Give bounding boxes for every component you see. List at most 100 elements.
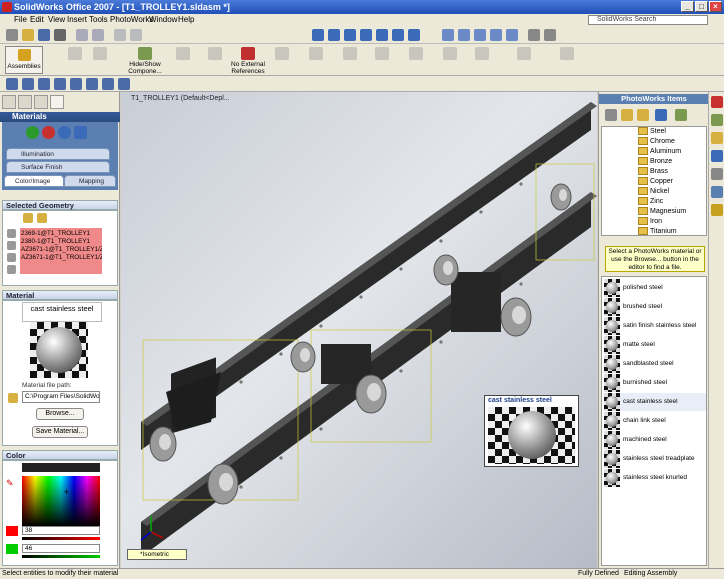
pan-icon[interactable] [392, 29, 404, 41]
search-icon[interactable] [655, 109, 667, 121]
help-button[interactable] [58, 126, 71, 139]
save-icon[interactable] [38, 29, 50, 41]
tree-item-magnesium[interactable]: Magnesium [638, 207, 686, 217]
list-item[interactable]: AZ3671-1@T1_TROLLEY1/Z [21, 254, 102, 262]
swatch-item[interactable]: burnished steel [604, 374, 706, 392]
rotate-component-button[interactable] [338, 47, 362, 61]
feature-manager-tab[interactable] [2, 95, 16, 109]
maximize-button[interactable]: □ [695, 1, 708, 12]
view-selector[interactable]: *Isometric [127, 549, 187, 560]
photoworks-tab[interactable] [50, 95, 64, 109]
tab-surface-finish[interactable]: Surface Finish [6, 161, 110, 173]
photoworks-items-icon[interactable] [711, 204, 723, 216]
swatch-item[interactable]: matte steel [604, 336, 706, 354]
green-value-field[interactable]: 46 [22, 544, 100, 553]
face-filter-icon[interactable] [37, 213, 47, 223]
color-picker[interactable] [22, 476, 100, 526]
mate-button[interactable] [80, 47, 120, 61]
simulation-button[interactable] [555, 47, 579, 61]
render-last-area-icon[interactable] [38, 78, 50, 90]
rotate-icon[interactable] [376, 29, 388, 41]
swatch-item[interactable]: stainless steel knurled [604, 469, 706, 487]
swatch-item[interactable]: sandblasted steel [604, 355, 706, 373]
render-file-icon[interactable] [54, 78, 66, 90]
smart-fasteners-button[interactable] [272, 47, 292, 61]
material-icon[interactable] [118, 78, 130, 90]
view-orientation-icon[interactable] [408, 29, 420, 41]
up-folder-icon[interactable] [605, 109, 617, 121]
smart-mates-button[interactable] [370, 47, 394, 61]
section-view-icon[interactable] [506, 29, 518, 41]
tree-item-nickel[interactable]: Nickel [638, 187, 669, 197]
zoom-select-icon[interactable] [360, 29, 372, 41]
undo-icon[interactable] [76, 29, 88, 41]
menu-insert[interactable]: Insert [67, 15, 87, 24]
file-explorer-icon[interactable] [711, 132, 723, 144]
list-item[interactable]: AZ3671-1@T1_TROLLEY1/Z2 [21, 246, 102, 254]
ok-button[interactable] [26, 126, 39, 139]
swatch-item[interactable]: brushed steel [604, 298, 706, 316]
green-slider[interactable] [22, 555, 100, 558]
minimize-button[interactable]: _ [681, 1, 694, 12]
configuration-manager-tab[interactable] [34, 95, 48, 109]
interference-detection-button[interactable] [438, 47, 462, 61]
wireframe-icon[interactable] [442, 29, 454, 41]
design-library-icon[interactable] [711, 114, 723, 126]
edit-component-button[interactable] [200, 47, 230, 61]
print-icon[interactable] [54, 29, 66, 41]
menu-view[interactable]: View [48, 15, 65, 24]
trolley-model[interactable] [121, 92, 597, 568]
material-path-field[interactable]: C:\Program Files\SolidWork [22, 391, 100, 403]
selected-geometry-header[interactable]: Selected Geometry [2, 200, 118, 210]
save-material-button[interactable]: Save Material... [32, 426, 88, 438]
zoom-in-icon[interactable] [344, 29, 356, 41]
cancel-button[interactable] [42, 126, 55, 139]
property-manager-tab[interactable] [18, 95, 32, 109]
view-palette-icon[interactable] [711, 168, 723, 180]
menu-window[interactable]: Window [149, 15, 177, 24]
appearances-icon[interactable] [711, 186, 723, 198]
color-header[interactable]: Color [2, 450, 118, 460]
red-value-field[interactable]: 38 [22, 526, 100, 535]
explode-line-button[interactable] [470, 47, 494, 61]
apply-button[interactable] [74, 126, 87, 139]
material-header[interactable]: Material [2, 290, 118, 300]
exploded-view-button[interactable] [404, 47, 428, 61]
solidworks-resources-icon[interactable] [711, 96, 723, 108]
list-item[interactable]: 2369-1@T1_TROLLEY1 [21, 230, 101, 238]
tree-item-zinc[interactable]: Zinc [638, 197, 663, 207]
decal-icon[interactable] [102, 78, 114, 90]
swatch-item[interactable]: chain link steel [604, 412, 706, 430]
component-filter-icon[interactable] [23, 213, 33, 223]
zoom-fit-icon[interactable] [312, 29, 324, 41]
assemblies-button[interactable]: Assemblies [5, 46, 43, 74]
reference-geometry-button[interactable] [512, 47, 536, 61]
material-swatch-list[interactable]: polished steel brushed steel satin finis… [601, 276, 707, 566]
menu-photoworks[interactable]: PhotoWorks [110, 15, 153, 24]
shaded-icon[interactable] [474, 29, 486, 41]
swatch-item[interactable]: machined steel [604, 431, 706, 449]
menu-tools[interactable]: Tools [89, 15, 108, 24]
lights-icon[interactable] [528, 29, 540, 41]
swatch-item[interactable]: stainless steel treadplate [604, 450, 706, 468]
options-icon[interactable] [70, 78, 82, 90]
search-input[interactable]: SolidWorks Search [588, 15, 708, 25]
open-folder-icon[interactable] [621, 109, 633, 121]
eyedropper-icon[interactable]: ✎ [6, 478, 16, 488]
list-item[interactable]: 2380-1@T1_TROLLEY1 [21, 238, 101, 246]
favorites-icon[interactable] [675, 109, 687, 121]
tree-item-steel[interactable]: Steel [638, 127, 666, 137]
redo-icon[interactable] [92, 29, 104, 41]
material-tree[interactable]: Steel Chrome Aluminum Bronze Brass Coppe… [601, 126, 707, 236]
zoom-area-icon[interactable] [328, 29, 340, 41]
tree-item-titanium[interactable]: Titanium [638, 227, 677, 235]
menu-edit[interactable]: Edit [30, 15, 44, 24]
no-external-references-button[interactable]: No External References [228, 47, 268, 75]
graphics-area[interactable]: T1_TROLLEY1 (Default<Depl... [121, 92, 597, 568]
select-icon[interactable] [114, 29, 126, 41]
render-area-icon[interactable] [22, 78, 34, 90]
browse-button[interactable]: Browse... [36, 408, 84, 420]
tree-item-copper[interactable]: Copper [638, 177, 673, 187]
hidden-lines-icon[interactable] [458, 29, 470, 41]
tree-item-bronze[interactable]: Bronze [638, 157, 672, 167]
